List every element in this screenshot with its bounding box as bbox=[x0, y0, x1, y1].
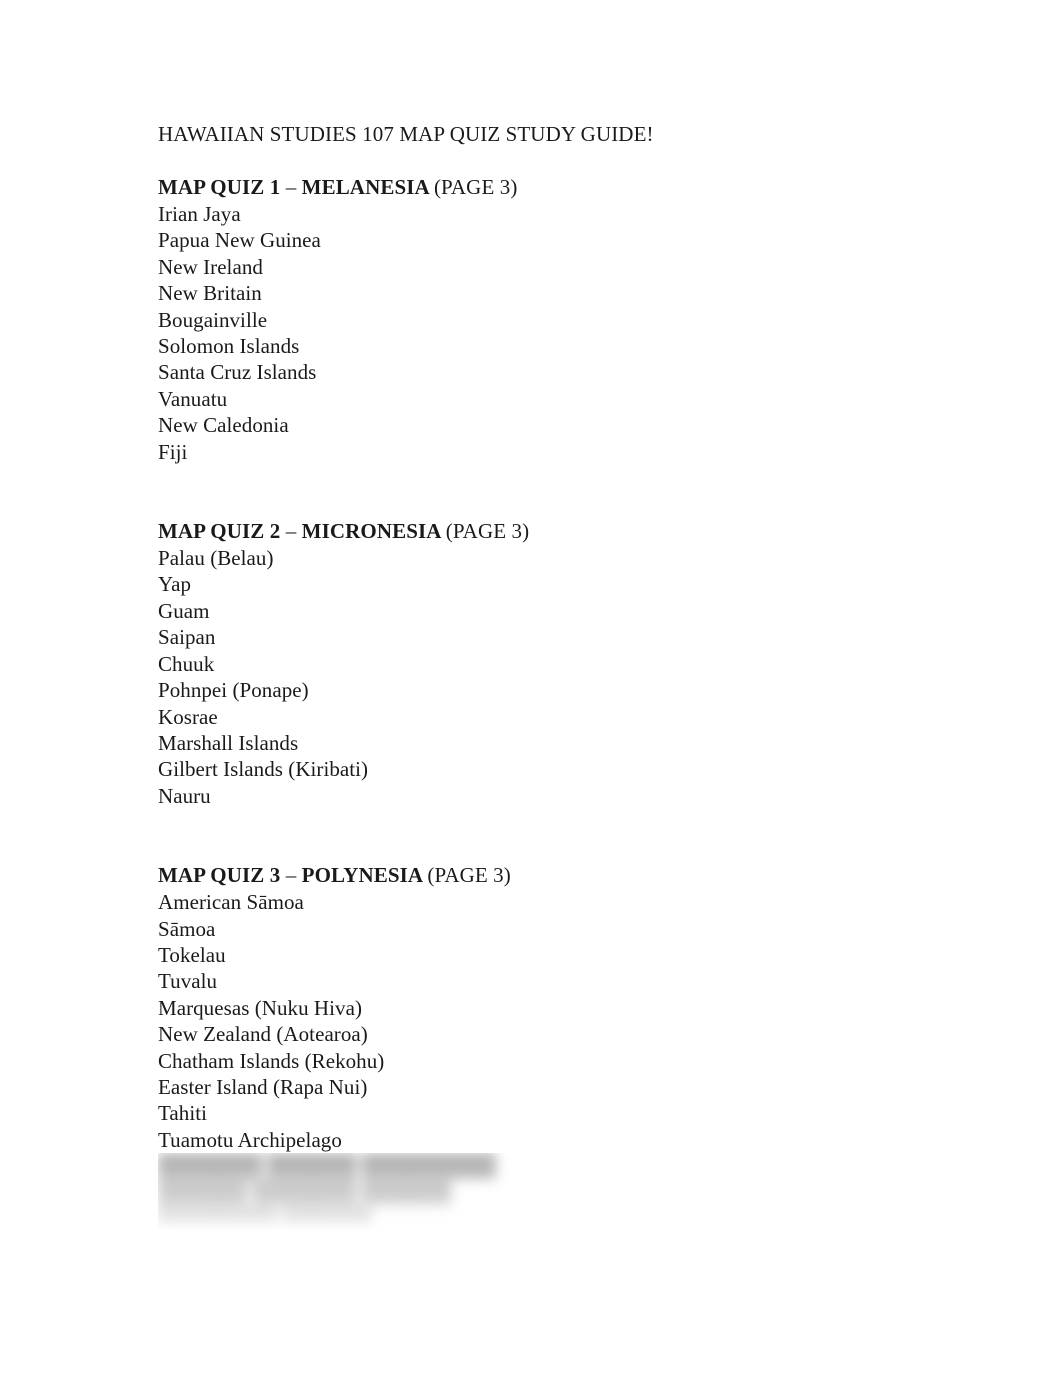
list-item: Bougainville bbox=[158, 307, 268, 332]
place-list-polynesia: American Sāmoa Sāmoa Tokelau Tuvalu Marq… bbox=[158, 889, 918, 1153]
list-item: Fiji bbox=[158, 439, 188, 464]
section-heading-dash: – bbox=[285, 175, 297, 199]
section-heading-melanesia: MAP QUIZ 1 – MELANESIA (PAGE 3) bbox=[158, 173, 918, 201]
list-item: Palau (Belau) bbox=[158, 546, 274, 571]
list-item: Marquesas (Nuku Hiva) bbox=[158, 995, 362, 1020]
section-heading-region: MELANESIA bbox=[301, 175, 429, 199]
list-item: Solomon Islands bbox=[158, 334, 300, 359]
document-page: HAWAIIAN STUDIES 107 MAP QUIZ STUDY GUID… bbox=[0, 0, 1062, 1377]
obscured-text-block: ███████ ██████ █████████ ██████ ███████ … bbox=[158, 1153, 918, 1232]
section-heading-quiz-label: MAP QUIZ 3 bbox=[158, 863, 281, 888]
page-title: HAWAIIAN STUDIES 107 MAP QUIZ STUDY GUID… bbox=[158, 122, 654, 146]
obscured-list-item: ████████ ██████ bbox=[158, 1207, 372, 1231]
list-item: New Ireland bbox=[158, 254, 263, 279]
list-item: Saipan bbox=[158, 625, 216, 650]
section-heading-page-ref: (PAGE 3) bbox=[433, 175, 518, 199]
list-item: Papua New Guinea bbox=[158, 228, 321, 253]
list-item: Tuvalu bbox=[158, 969, 218, 994]
list-item: Chatham Islands (Rekohu) bbox=[158, 1048, 385, 1073]
section-heading-page-ref: (PAGE 3) bbox=[427, 863, 511, 888]
list-item: Nauru bbox=[158, 783, 211, 808]
list-item: Tuamotu Archipelago bbox=[158, 1127, 342, 1152]
title-spacer bbox=[158, 147, 918, 173]
list-item: Tahiti bbox=[158, 1101, 207, 1126]
place-list-micronesia: Palau (Belau) Yap Guam Saipan Chuuk Pohn… bbox=[158, 545, 918, 809]
list-item: American Sāmoa bbox=[158, 890, 304, 915]
list-item: Chuuk bbox=[158, 651, 215, 676]
document-body: HAWAIIAN STUDIES 107 MAP QUIZ STUDY GUID… bbox=[158, 121, 918, 1232]
list-item: Gilbert Islands (Kiribati) bbox=[158, 757, 369, 782]
list-item: New Britain bbox=[158, 281, 262, 306]
list-item: Santa Cruz Islands bbox=[158, 360, 317, 385]
list-item: Vanuatu bbox=[158, 386, 228, 411]
section-heading-polynesia: MAP QUIZ 3 – POLYNESIA (PAGE 3) bbox=[158, 861, 918, 889]
list-item: Easter Island (Rapa Nui) bbox=[158, 1074, 368, 1099]
section-heading-quiz-label: MAP QUIZ 2 bbox=[158, 519, 281, 544]
section-heading-dash: – bbox=[285, 863, 297, 888]
list-item: Sāmoa bbox=[158, 916, 216, 941]
list-item: Irian Jaya bbox=[158, 202, 241, 226]
list-item: Tokelau bbox=[158, 942, 226, 967]
list-item: Yap bbox=[158, 572, 192, 597]
obscured-list-item: ██████ ███████ ██████ bbox=[158, 1180, 452, 1205]
section-heading-page-ref: (PAGE 3) bbox=[445, 519, 530, 544]
list-item: Marshall Islands bbox=[158, 730, 299, 755]
obscured-list-item: ███████ ██████ █████████ bbox=[158, 1154, 496, 1179]
section-heading-quiz-label: MAP QUIZ 1 bbox=[158, 175, 281, 199]
place-list-melanesia: Irian Jaya Papua New Guinea New Ireland … bbox=[158, 201, 918, 465]
list-item: New Zealand (Aotearoa) bbox=[158, 1022, 368, 1047]
section-heading-micronesia: MAP QUIZ 2 – MICRONESIA (PAGE 3) bbox=[158, 517, 918, 545]
list-item: New Caledonia bbox=[158, 413, 289, 438]
section-heading-dash: – bbox=[285, 519, 297, 544]
list-item: Kosrae bbox=[158, 704, 218, 729]
section-heading-region: POLYNESIA bbox=[301, 863, 423, 888]
section-heading-region: MICRONESIA bbox=[301, 519, 441, 544]
list-item: Guam bbox=[158, 598, 210, 623]
list-item: Pohnpei (Ponape) bbox=[158, 678, 309, 703]
